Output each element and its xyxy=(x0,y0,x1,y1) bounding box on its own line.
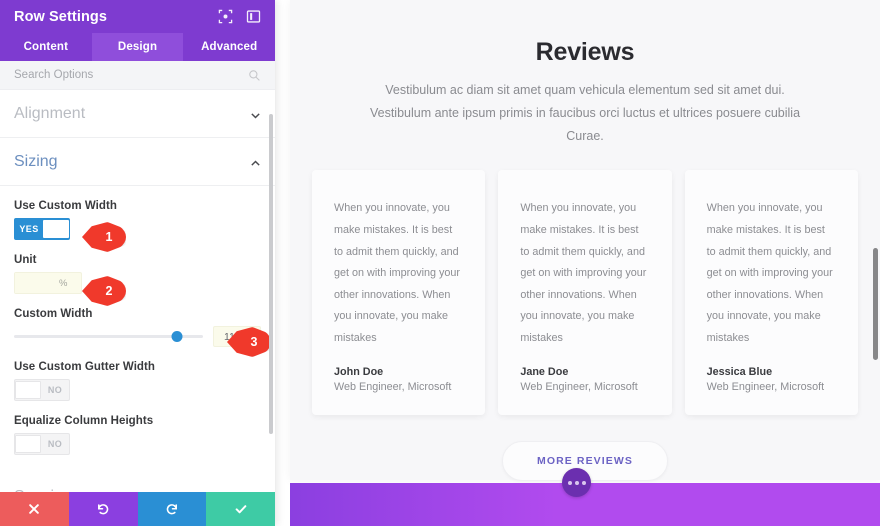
chevron-down-icon xyxy=(250,491,261,492)
section-spacing[interactable]: Spacing xyxy=(0,473,275,493)
review-author-role: Web Engineer, Microsoft xyxy=(520,380,638,393)
panel-tabs: Content Design Advanced xyxy=(0,33,275,61)
marker-2: 2 xyxy=(82,276,126,306)
marker-pin-shape xyxy=(82,276,126,306)
field-use-custom-width: Use Custom Width YES 1 xyxy=(14,200,261,252)
section-spacing-label: Spacing xyxy=(14,488,72,493)
chevron-down-icon xyxy=(250,108,261,119)
use-custom-width-label: Use Custom Width xyxy=(14,200,117,212)
review-quote: When you innovate, you make mistakes. It… xyxy=(520,202,647,344)
section-sizing[interactable]: Sizing xyxy=(0,138,275,186)
review-author-name: Jane Doe xyxy=(520,365,569,378)
reviews-section: Reviews Vestibulum ac diam sit amet quam… xyxy=(290,0,880,481)
screen: Row Settings Content Design Advanced Sea… xyxy=(0,0,880,526)
search-icon xyxy=(248,69,261,82)
redo-icon xyxy=(166,504,177,515)
use-custom-gutter-width-toggle[interactable]: NO xyxy=(14,379,70,401)
marker-2-number: 2 xyxy=(105,284,113,298)
review-quote: When you innovate, you make mistakes. It… xyxy=(706,202,833,344)
field-custom-width: Custom Width 110% 3 xyxy=(14,308,271,357)
custom-width-slider-row: 110% xyxy=(14,326,261,347)
custom-width-label: Custom Width xyxy=(14,308,93,320)
page-scrollbar-thumb[interactable] xyxy=(873,248,878,360)
slider-handle[interactable] xyxy=(171,331,183,342)
review-card: When you innovate, you make mistakes. It… xyxy=(312,170,486,415)
toggle-knob xyxy=(15,435,41,453)
reviews-subheading: Vestibulum ac diam sit amet quam vehicul… xyxy=(369,83,801,144)
review-author-name: John Doe xyxy=(334,365,384,378)
marker-1-number: 1 xyxy=(105,230,113,244)
review-card: When you innovate, you make mistakes. It… xyxy=(684,170,858,415)
row-options-ellipsis-button[interactable] xyxy=(562,468,591,497)
review-card: When you innovate, you make mistakes. It… xyxy=(498,170,672,415)
layout-panel-icon[interactable] xyxy=(246,9,261,24)
page-preview: Reviews Vestibulum ac diam sit amet quam… xyxy=(275,0,880,526)
sizing-section-body: Use Custom Width YES 1 Unit % 2 Custom W… xyxy=(0,186,275,473)
tab-design[interactable]: Design xyxy=(91,33,184,61)
row-settings-panel: Row Settings Content Design Advanced Sea… xyxy=(0,0,275,526)
panel-header: Row Settings xyxy=(0,0,275,33)
cancel-button[interactable] xyxy=(0,492,69,526)
search-input[interactable] xyxy=(14,69,248,81)
unit-label: Unit xyxy=(14,254,37,266)
custom-width-value[interactable]: 110% xyxy=(213,326,261,347)
ellipsis-icon-dot xyxy=(567,480,572,485)
use-custom-width-value: YES xyxy=(19,224,39,234)
tab-content[interactable]: Content xyxy=(0,33,92,61)
tab-advanced[interactable]: Advanced xyxy=(183,33,275,61)
review-cards: When you innovate, you make mistakes. It… xyxy=(290,148,880,415)
search-options-row xyxy=(0,61,275,90)
panel-action-bar xyxy=(0,492,275,526)
custom-width-slider[interactable] xyxy=(14,330,203,344)
equalize-column-heights-toggle[interactable]: NO xyxy=(14,433,70,455)
use-custom-width-toggle[interactable]: YES xyxy=(14,218,70,240)
use-custom-gutter-width-label: Use Custom Gutter Width xyxy=(14,361,155,373)
review-author-name: Jessica Blue xyxy=(706,365,773,378)
unit-input-wrap: % xyxy=(14,272,82,294)
expand-icon[interactable] xyxy=(218,9,233,24)
unit-suffix: % xyxy=(59,277,68,289)
panel-header-icons xyxy=(218,9,261,24)
redo-button[interactable] xyxy=(137,492,207,526)
section-sizing-label: Sizing xyxy=(14,152,58,170)
close-icon xyxy=(29,504,40,514)
page-title: Row Settings xyxy=(14,8,108,25)
unit-input[interactable] xyxy=(15,273,55,293)
section-alignment-label: Alignment xyxy=(14,104,86,122)
toggle-knob xyxy=(43,220,69,238)
chevron-up-icon xyxy=(250,156,261,167)
ellipsis-icon-dot xyxy=(574,480,579,485)
equalize-column-heights-value: NO xyxy=(47,439,63,449)
panel-scrollbar-thumb[interactable] xyxy=(269,114,273,434)
reviews-heading: Reviews xyxy=(535,38,635,66)
check-icon xyxy=(235,505,246,514)
ellipsis-icon-dot xyxy=(581,480,586,485)
panel-scroll-body: Alignment Sizing Use Custom Width YES 1 … xyxy=(0,90,275,492)
review-quote: When you innovate, you make mistakes. It… xyxy=(334,202,461,344)
marker-1: 1 xyxy=(82,222,126,252)
panel-scrollbar[interactable] xyxy=(269,90,274,492)
marker-pin-shape xyxy=(82,222,126,252)
field-unit: Unit % 2 xyxy=(14,254,261,306)
equalize-column-heights-label: Equalize Column Heights xyxy=(14,415,154,427)
review-author-role: Web Engineer, Microsoft xyxy=(706,380,825,393)
field-use-custom-gutter-width: Use Custom Gutter Width NO xyxy=(14,361,261,401)
section-alignment[interactable]: Alignment xyxy=(0,90,275,138)
undo-button[interactable] xyxy=(68,492,138,526)
field-equalize-column-heights: Equalize Column Heights NO xyxy=(14,415,261,455)
undo-icon xyxy=(98,504,109,515)
review-author-role: Web Engineer, Microsoft xyxy=(334,380,452,393)
save-button[interactable] xyxy=(206,492,275,526)
toggle-knob xyxy=(15,381,41,399)
use-custom-gutter-width-value: NO xyxy=(47,385,63,395)
